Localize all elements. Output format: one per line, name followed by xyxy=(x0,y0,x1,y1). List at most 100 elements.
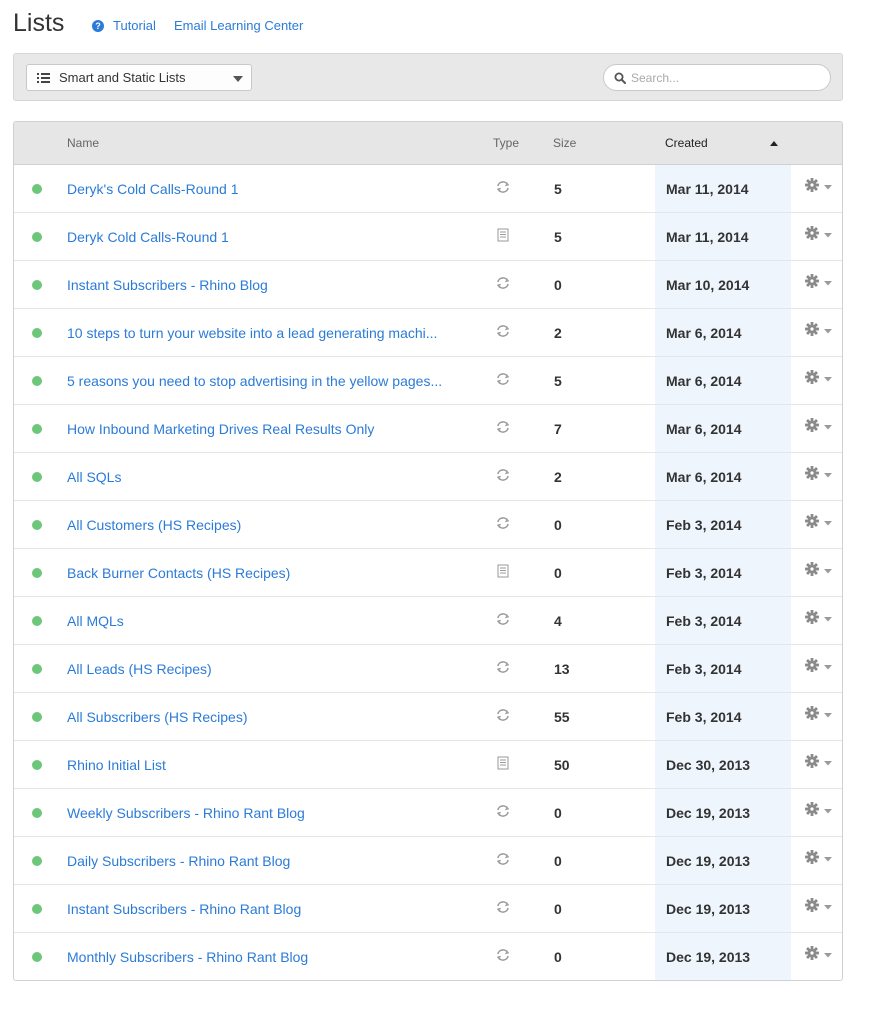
list-name-link[interactable]: How Inbound Marketing Drives Real Result… xyxy=(67,421,462,437)
search-box xyxy=(603,64,831,91)
gear-icon[interactable] xyxy=(804,417,838,437)
refresh-icon xyxy=(495,419,511,435)
refresh-icon xyxy=(495,707,511,723)
list-size: 2 xyxy=(554,325,562,341)
list-created-date: Feb 3, 2014 xyxy=(666,565,742,581)
list-name-link[interactable]: Instant Subscribers - Rhino Blog xyxy=(67,277,462,293)
list-name-link[interactable]: Monthly Subscribers - Rhino Rant Blog xyxy=(67,949,462,965)
list-name-link[interactable]: Deryk Cold Calls-Round 1 xyxy=(67,229,462,245)
list-created-date: Feb 3, 2014 xyxy=(666,613,742,629)
gear-icon[interactable] xyxy=(804,801,838,821)
list-size: 5 xyxy=(554,181,562,197)
list-name-link[interactable]: Daily Subscribers - Rhino Rant Blog xyxy=(67,853,462,869)
table-row: All Customers (HS Recipes) 0 Feb 3, 2014 xyxy=(14,501,842,549)
search-icon xyxy=(614,72,626,84)
gear-icon[interactable] xyxy=(804,513,838,533)
list-size: 13 xyxy=(554,661,570,677)
status-dot-icon xyxy=(32,376,42,386)
list-name-link[interactable]: All SQLs xyxy=(67,469,462,485)
status-dot-icon xyxy=(32,616,42,626)
gear-icon[interactable] xyxy=(804,177,838,197)
list-created-date: Dec 19, 2013 xyxy=(666,853,751,869)
status-dot-icon xyxy=(32,424,42,434)
refresh-icon xyxy=(495,851,511,867)
list-size: 7 xyxy=(554,421,562,437)
help-icon[interactable]: ? xyxy=(92,20,104,32)
list-created-date: Mar 6, 2014 xyxy=(666,469,742,485)
table-row: Weekly Subscribers - Rhino Rant Blog 0 Dec… xyxy=(14,789,842,837)
list-size: 4 xyxy=(554,613,562,629)
refresh-icon xyxy=(495,323,511,339)
list-name-link[interactable]: Back Burner Contacts (HS Recipes) xyxy=(67,565,462,581)
refresh-icon xyxy=(495,947,511,963)
status-dot-icon xyxy=(32,712,42,722)
gear-icon[interactable] xyxy=(804,849,838,869)
table-row: Daily Subscribers - Rhino Rant Blog 0 Dec … xyxy=(14,837,842,885)
table-row: All MQLs 4 Feb 3, 2014 xyxy=(14,597,842,645)
status-dot-icon xyxy=(32,904,42,914)
list-created-date: Mar 11, 2014 xyxy=(666,229,749,245)
column-header-created[interactable]: Created xyxy=(665,136,708,150)
status-dot-icon xyxy=(32,520,42,530)
table-row: Deryk's Cold Calls-Round 1 5 Mar 11, 2014 xyxy=(14,165,842,213)
table-row: All Subscribers (HS Recipes) 55 Feb 3, 201… xyxy=(14,693,842,741)
column-header-name[interactable]: Name xyxy=(67,136,99,150)
gear-icon[interactable] xyxy=(804,225,838,245)
list-name-link[interactable]: Weekly Subscribers - Rhino Rant Blog xyxy=(67,805,462,821)
gear-icon[interactable] xyxy=(804,561,838,581)
list-name-link[interactable]: All Leads (HS Recipes) xyxy=(67,661,462,677)
column-header-type[interactable]: Type xyxy=(493,136,519,150)
page-header: Lists ? Tutorial Email Learning Center xyxy=(13,6,843,42)
list-size: 5 xyxy=(554,229,562,245)
refresh-icon xyxy=(495,275,511,291)
table-row: All SQLs 2 Mar 6, 2014 xyxy=(14,453,842,501)
email-learning-center-link[interactable]: Email Learning Center xyxy=(174,18,303,34)
list-created-date: Dec 19, 2013 xyxy=(666,949,751,965)
list-size: 50 xyxy=(554,757,570,773)
status-dot-icon xyxy=(32,328,42,338)
list-created-date: Mar 6, 2014 xyxy=(666,421,742,437)
list-size: 0 xyxy=(554,949,562,965)
list-name-link[interactable]: Instant Subscribers - Rhino Rant Blog xyxy=(67,901,462,917)
gear-icon[interactable] xyxy=(804,897,838,917)
list-size: 0 xyxy=(554,901,562,917)
gear-icon[interactable] xyxy=(804,705,838,725)
sort-ascending-icon[interactable] xyxy=(770,141,778,146)
list-name-link[interactable]: All Subscribers (HS Recipes) xyxy=(67,709,462,725)
list-name-link[interactable]: All Customers (HS Recipes) xyxy=(67,517,462,533)
tutorial-link[interactable]: Tutorial xyxy=(113,18,156,34)
refresh-icon xyxy=(495,899,511,915)
gear-icon[interactable] xyxy=(804,657,838,677)
table-row: 5 reasons you need to stop advertising i… xyxy=(14,357,842,405)
gear-icon[interactable] xyxy=(804,321,838,341)
status-dot-icon xyxy=(32,760,42,770)
gear-icon[interactable] xyxy=(804,273,838,293)
page-title: Lists xyxy=(13,9,65,37)
gear-icon[interactable] xyxy=(804,945,838,965)
status-dot-icon xyxy=(32,232,42,242)
list-filter-dropdown[interactable]: Smart and Static Lists xyxy=(26,64,252,91)
list-size: 0 xyxy=(554,517,562,533)
gear-icon[interactable] xyxy=(804,369,838,389)
list-name-link[interactable]: 10 steps to turn your website into a lea… xyxy=(67,325,462,341)
list-size: 0 xyxy=(554,805,562,821)
refresh-icon xyxy=(495,515,511,531)
refresh-icon xyxy=(495,179,511,195)
status-dot-icon xyxy=(32,472,42,482)
refresh-icon xyxy=(495,371,511,387)
gear-icon[interactable] xyxy=(804,465,838,485)
table-row: Deryk Cold Calls-Round 1 5 Mar 11, 2014 xyxy=(14,213,842,261)
table-row: 10 steps to turn your website into a lea… xyxy=(14,309,842,357)
search-input[interactable] xyxy=(629,68,824,87)
document-icon xyxy=(495,755,511,771)
list-name-link[interactable]: Deryk's Cold Calls-Round 1 xyxy=(67,181,462,197)
gear-icon[interactable] xyxy=(804,753,838,773)
column-header-size[interactable]: Size xyxy=(553,136,576,150)
chevron-down-icon xyxy=(233,76,243,82)
gear-icon[interactable] xyxy=(804,609,838,629)
list-name-link[interactable]: Rhino Initial List xyxy=(67,757,462,773)
list-size: 55 xyxy=(554,709,570,725)
list-name-link[interactable]: All MQLs xyxy=(67,613,462,629)
list-name-link[interactable]: 5 reasons you need to stop advertising i… xyxy=(67,373,462,389)
list-created-date: Mar 10, 2014 xyxy=(666,277,750,293)
